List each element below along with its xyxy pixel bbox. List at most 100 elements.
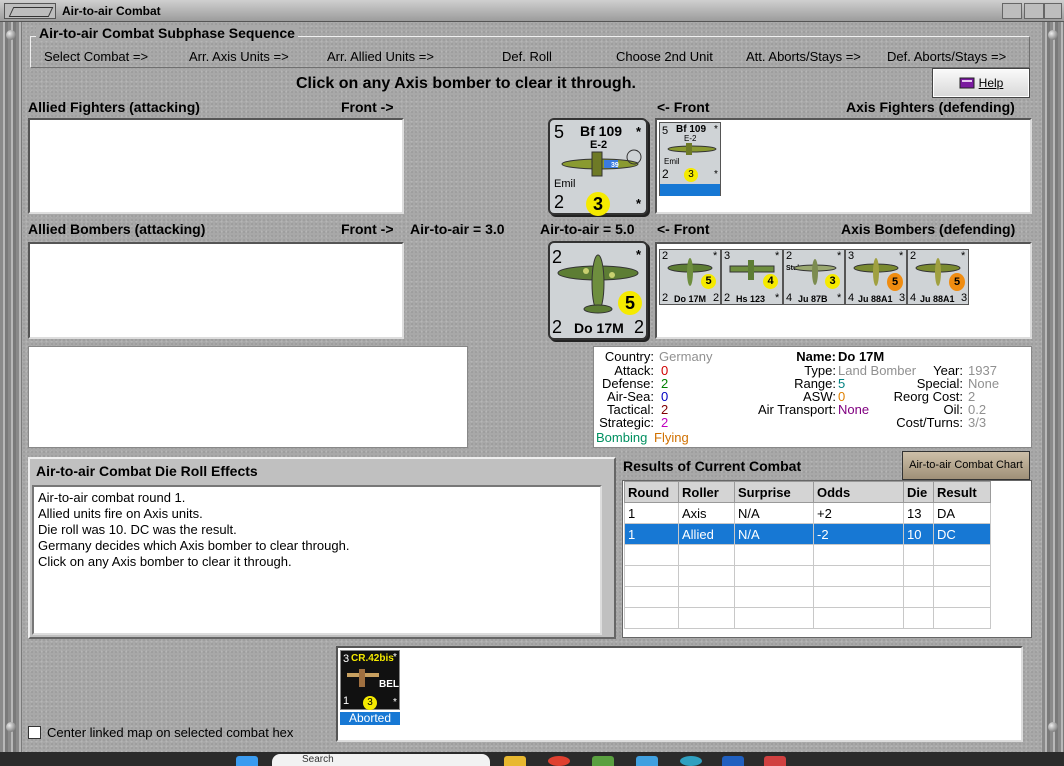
front-arrow-label: <- Front: [657, 99, 710, 115]
unit-name: CR.42bis: [351, 653, 394, 664]
frame-stud-icon: [6, 722, 16, 732]
unit-circle-value: 3: [825, 274, 840, 289]
help-label: Help: [978, 76, 1004, 90]
allied-air-to-air-value: Air-to-air = 3.0: [410, 221, 505, 237]
info-key: Strategic:: [599, 415, 654, 430]
center-map-label: Center linked map on selected combat hex: [47, 725, 294, 740]
axis-fighters-box[interactable]: 5 Bf 109 * E-2 Emil 2 3 *: [655, 118, 1032, 214]
column-header[interactable]: Die: [903, 481, 934, 503]
effect-line: Germany decides which Axis bomber to cle…: [38, 538, 350, 553]
unit-circle-value: 3: [684, 168, 698, 182]
axis-bomber-unit[interactable]: 2 * 5 4 Ju 88A1 3: [907, 249, 969, 305]
unit-star: *: [714, 169, 718, 180]
aborted-unit[interactable]: 3 CR.42bis * BEL 1 3 * Aborted: [340, 650, 400, 725]
sequence-step: Att. Aborts/Stays =>: [746, 49, 861, 64]
unit-name: Ju 88A1: [858, 294, 893, 304]
counter-star: *: [636, 124, 642, 139]
allied-unit-info-panel: [28, 346, 468, 448]
edge-icon[interactable]: [680, 756, 702, 766]
chrome-icon[interactable]: [548, 756, 570, 766]
sequence-step: Select Combat =>: [44, 49, 149, 64]
unit-circle-value: 5: [887, 273, 903, 291]
die-roll-effects-text[interactable]: Air-to-air combat round 1. Allied units …: [32, 485, 602, 635]
info-key: Air Transport:: [757, 402, 836, 417]
app-icon[interactable]: [636, 756, 658, 766]
table-row-selected[interactable]: 1 Allied N/A -2 10 DC: [624, 523, 991, 545]
allied-bombers-box[interactable]: [28, 242, 404, 339]
column-header[interactable]: Surprise: [734, 481, 814, 503]
axis-air-to-air-value: Air-to-air = 5.0: [540, 221, 635, 237]
axis-bomber-unit[interactable]: 2 * Stuka 3 4 Ju 87B *: [783, 249, 845, 305]
unit-name: Do 17M: [674, 294, 707, 304]
svg-text:39: 39: [611, 162, 619, 169]
aborted-units-box[interactable]: 3 CR.42bis * BEL 1 3 * Aborted: [336, 646, 1023, 742]
unit-circle-value: 5: [701, 274, 716, 289]
selected-fighter-counter[interactable]: 5 Bf 109 * E-2 39 Emil 2 3 *: [548, 118, 648, 216]
results-table[interactable]: Round Roller Surprise Odds Die Result 1 …: [624, 481, 991, 629]
center-map-checkbox[interactable]: [28, 726, 41, 739]
axis-bomber-unit[interactable]: 3 * 5 4 Ju 88A1 3: [845, 249, 907, 305]
game-icon[interactable]: [764, 756, 786, 766]
axis-bomber-unit[interactable]: 3 * 4 2 Hs 123 *: [721, 249, 783, 305]
axis-fighter-unit[interactable]: 5 Bf 109 * E-2 Emil 2 3 *: [659, 122, 721, 196]
allied-fighters-label: Allied Fighters (attacking): [28, 99, 200, 115]
unit-bottom-right: 3: [899, 292, 906, 304]
axis-bombers-label: Axis Bombers (defending): [841, 221, 1016, 237]
table-row-empty: [624, 544, 991, 566]
unit-bottom-left: 2: [724, 292, 731, 304]
unit-name: Hs 123: [736, 294, 766, 304]
aborted-unit-counter: 3 CR.42bis * BEL 1 3 *: [340, 650, 400, 710]
air-to-air-chart-button[interactable]: Air-to-air Combat Chart: [902, 451, 1030, 480]
window-frame-right: [1042, 22, 1064, 752]
column-header[interactable]: Odds: [813, 481, 904, 503]
unit-bottom-left: 2: [662, 292, 669, 304]
info-strategic: 2: [661, 415, 669, 430]
maximize-button[interactable]: [1024, 3, 1044, 19]
unit-bottom-left: 1: [343, 695, 350, 707]
unit-top-left: 3: [343, 653, 350, 665]
table-row-empty: [624, 565, 991, 587]
app-icon[interactable]: [722, 756, 744, 766]
info-type: Land Bomber: [838, 363, 917, 378]
window-titlebar[interactable]: Air-to-air Combat: [0, 0, 1064, 22]
axis-bomber-unit[interactable]: 2 * 5 2 Do 17M 2: [659, 249, 721, 305]
effect-line: Allied units fire on Axis units.: [38, 506, 203, 521]
aborted-status-label: Aborted: [340, 712, 400, 725]
unit-bottom-left: 4: [848, 292, 855, 304]
front-arrow-label: <- Front: [657, 221, 710, 237]
help-button[interactable]: Help: [932, 68, 1030, 98]
column-header[interactable]: Result: [933, 481, 991, 503]
minimize-button[interactable]: [1002, 3, 1022, 19]
selected-bomber-counter[interactable]: 2 * 5 2 Do 17M 2: [548, 241, 648, 340]
table-cell: 13: [903, 502, 934, 524]
table-cell: DC: [933, 523, 991, 545]
close-button[interactable]: [1044, 3, 1062, 19]
column-header[interactable]: Roller: [678, 481, 735, 503]
unit-info-panel: Country: Germany Attack: 0 Defense: 2 Ai…: [593, 346, 1032, 448]
taskbar-search[interactable]: Search: [272, 754, 490, 766]
table-row-empty: [624, 607, 991, 629]
table-cell: DA: [933, 502, 991, 524]
app-icon[interactable]: [592, 756, 614, 766]
table-row[interactable]: 1 Axis N/A +2 13 DA: [624, 502, 991, 524]
unit-circle-value: 5: [949, 273, 965, 291]
unit-bottom-right: 2: [713, 292, 720, 304]
unit-circle-value: 4: [763, 274, 778, 289]
info-key: Country:: [604, 349, 654, 364]
allied-fighters-box[interactable]: [28, 118, 404, 214]
table-cell: +2: [813, 502, 904, 524]
center-map-option[interactable]: Center linked map on selected combat hex: [28, 725, 293, 740]
effect-line: Die roll was 10. DC was the result.: [38, 522, 237, 537]
info-key: Name:: [796, 349, 836, 364]
window-menu-icon[interactable]: [4, 3, 56, 19]
unit-nation: BEL: [379, 679, 399, 690]
allied-bombers-label: Allied Bombers (attacking): [28, 221, 206, 237]
file-explorer-icon[interactable]: [504, 756, 526, 766]
start-icon[interactable]: [236, 756, 258, 766]
table-cell: N/A: [734, 502, 814, 524]
counter-top-left: 5: [554, 122, 565, 142]
unit-top-left: 5: [662, 125, 669, 137]
column-header[interactable]: Round: [624, 481, 679, 503]
frame-stud-icon: [1048, 722, 1058, 732]
bf109-plane-icon: 39: [561, 149, 642, 177]
